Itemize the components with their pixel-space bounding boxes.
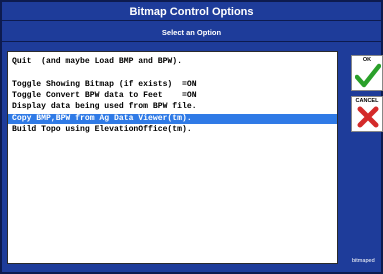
- dialog-title: Bitmap Control Options: [129, 6, 254, 18]
- checkmark-icon: [355, 63, 381, 88]
- list-item-build-topo[interactable]: Build Topo using ElevationOffice(tm).: [12, 125, 334, 135]
- options-listbox[interactable]: Quit (and maybe Load BMP and BPW). Toggl…: [7, 51, 338, 264]
- cancel-button[interactable]: CANCEL: [351, 96, 383, 132]
- list-item-copy-bmp[interactable]: Copy BMP,BPW from Ag Data Viewer(tm).: [8, 114, 337, 124]
- list-item-blank[interactable]: [12, 67, 334, 77]
- ok-button[interactable]: OK: [351, 55, 383, 91]
- list-item-toggle-feet[interactable]: Toggle Convert BPW data to Feet =ON: [12, 91, 334, 101]
- list-item-quit[interactable]: Quit (and maybe Load BMP and BPW).: [12, 57, 334, 67]
- list-item-display-data[interactable]: Display data being used from BPW file.: [12, 102, 334, 112]
- subtitle-separator: [0, 41, 383, 42]
- footer-app-label: bitmaped: [352, 258, 375, 264]
- title-separator: [0, 20, 383, 21]
- list-item-toggle-bitmap[interactable]: Toggle Showing Bitmap (if exists) =ON: [12, 80, 334, 90]
- close-icon: [357, 106, 379, 128]
- dialog-subtitle: Select an Option: [161, 28, 222, 37]
